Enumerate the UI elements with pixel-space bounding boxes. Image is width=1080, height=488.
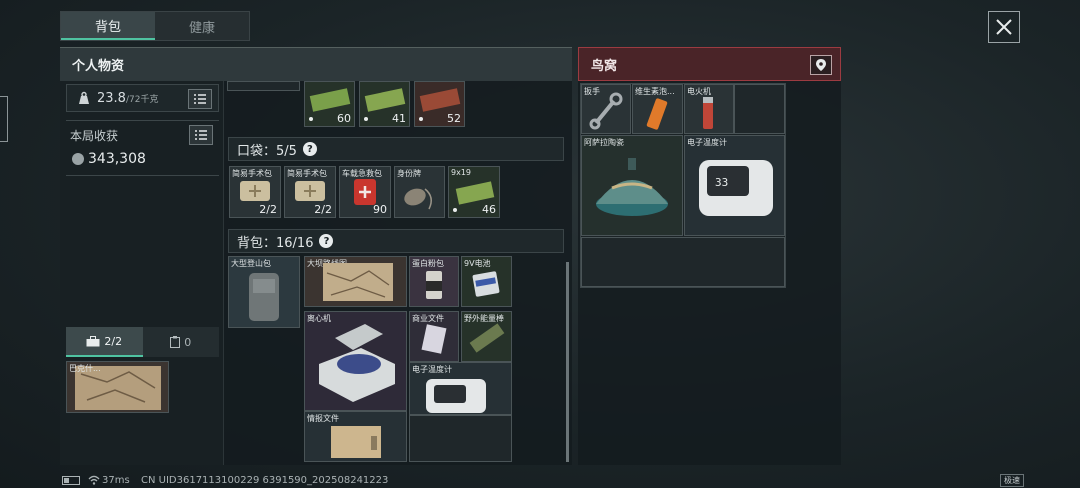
weight-display: 23.8 /72千克 — [66, 84, 219, 112]
nest-empty-row[interactable] — [581, 237, 785, 287]
pocket-item-3[interactable]: 车载急救包 90 — [339, 166, 391, 218]
toolbox-icon — [86, 335, 100, 346]
backpack-help-icon[interactable]: ? — [319, 234, 334, 248]
battery-icon — [472, 271, 500, 297]
nest-title: 鸟窝 — [591, 58, 618, 74]
thermometer-display: 33 — [715, 176, 729, 189]
clipboard-doc-icon — [331, 426, 381, 458]
tab-card-case[interactable]: 0 — [142, 327, 219, 357]
top-tabs: 背包 健康 — [60, 11, 250, 41]
location-button[interactable] — [810, 55, 832, 75]
weight-max: /72千克 — [125, 94, 159, 105]
uid-text: CN UID3617113100229 6391590_202508241223 — [141, 475, 389, 486]
panel-title: 个人物资 — [60, 47, 572, 81]
ammo-box-2[interactable]: 41 — [359, 81, 410, 127]
coin-icon — [72, 153, 84, 165]
document-icon — [421, 324, 447, 354]
wifi-icon — [88, 475, 100, 485]
centrifuge-item[interactable]: 离心机 — [304, 311, 407, 411]
ammo-qty-2: 41 — [392, 112, 406, 125]
pocket-item-5[interactable]: 9x19 46 — [448, 166, 500, 218]
nest-thermometer-item[interactable]: 电子温度计 33 — [684, 135, 785, 236]
thermometer-item[interactable]: 电子温度计 — [409, 362, 512, 415]
safebox-count: 2/2 — [104, 334, 123, 348]
container-tabs: 2/2 0 — [66, 327, 219, 357]
item-qty: 46 — [482, 203, 496, 216]
dog-tag-icon — [404, 188, 432, 210]
empty-slot[interactable] — [409, 415, 512, 462]
protein-item[interactable]: 蛋白粉包 — [409, 256, 459, 307]
ammo-box-1[interactable]: 60 — [304, 81, 355, 127]
location-pin-icon — [816, 59, 826, 71]
item-qty: 90 — [373, 203, 387, 216]
safebox-item-name: 巴克什... — [69, 364, 101, 373]
clipboard-icon — [170, 336, 181, 348]
pocket-item-4[interactable]: 身份牌 — [394, 166, 445, 218]
nest-title-bar: 鸟窝 — [578, 47, 841, 81]
speed-badge: 极速 — [1000, 474, 1024, 487]
battery-status-icon — [62, 476, 80, 485]
tab-backpack[interactable]: 背包 — [61, 12, 155, 40]
harvest-value: 343,308 — [88, 151, 146, 167]
ammo-dot — [309, 117, 313, 121]
energy-bar-item[interactable]: 野外能量棒 — [461, 311, 512, 362]
weight-icon — [79, 91, 89, 104]
ceramic-item[interactable]: 阿萨拉陶瓷 — [581, 135, 683, 236]
protein-pack-icon — [426, 271, 442, 299]
wrench-item[interactable]: 扳手 — [581, 84, 631, 134]
hiking-bag-item[interactable]: 大型登山包 — [228, 256, 300, 328]
item-qty: 2/2 — [259, 203, 277, 216]
ceramic-pot-icon — [596, 158, 668, 216]
partial-slot — [227, 81, 300, 91]
list-icon — [195, 130, 207, 140]
harvest-label: 本局收获 — [70, 129, 119, 143]
nest-empty-slot[interactable] — [734, 84, 785, 134]
intel-doc-item[interactable]: 情报文件 — [304, 411, 407, 462]
ammo-qty-1: 60 — [337, 112, 351, 125]
list-icon — [194, 94, 206, 104]
pocket-section-header: 口袋：5/5 ? — [228, 137, 564, 161]
tab-safebox[interactable]: 2/2 — [66, 327, 143, 357]
commercial-doc-item[interactable]: 商业文件 — [409, 311, 459, 362]
ammo-box-3[interactable]: 52 — [414, 81, 465, 127]
pocket-help-icon[interactable]: ? — [302, 142, 317, 156]
thermometer-icon — [699, 160, 773, 216]
lighter-item[interactable]: 电火机 — [684, 84, 734, 134]
harvest-value-row: 343,308 — [72, 151, 146, 167]
card-case-count: 0 — [184, 335, 192, 349]
close-icon — [996, 19, 1012, 35]
ping-text: 37ms — [102, 475, 130, 486]
item-qty: 2/2 — [314, 203, 332, 216]
wrench-icon — [589, 92, 623, 130]
scrollbar[interactable] — [566, 262, 569, 462]
safebox-item[interactable]: 巴克什... — [66, 361, 169, 413]
battery-item[interactable]: 9V电池 — [461, 256, 512, 307]
route-map-item[interactable]: 大坝路线图 — [304, 256, 407, 307]
ammo-qty-3: 52 — [447, 112, 461, 125]
ammo-dot — [364, 117, 368, 121]
backpack-section-header: 背包：16/16 ? — [228, 229, 564, 253]
vitamin-item[interactable]: 维生素泡... — [632, 84, 683, 134]
side-drawer-handle[interactable] — [0, 96, 8, 142]
backpack-icon — [249, 273, 279, 321]
weight-value: 23.8 — [97, 90, 126, 106]
backpack-label: 背包：16/16 — [237, 235, 314, 251]
session-harvest: 本局收获 343,308 — [66, 120, 219, 176]
weight-detail-button[interactable] — [188, 89, 212, 109]
pocket-item-1[interactable]: 简易手术包 2/2 — [229, 166, 281, 218]
pocket-item-2[interactable]: 简易手术包 2/2 — [284, 166, 336, 218]
pocket-label: 口袋：5/5 — [237, 143, 297, 159]
thermometer-icon — [426, 379, 486, 413]
energy-bar-icon — [469, 323, 505, 353]
tab-health[interactable]: 健康 — [155, 12, 249, 40]
ammo-dot — [453, 208, 457, 212]
close-button[interactable] — [988, 11, 1020, 43]
map-icon — [323, 263, 393, 301]
centrifuge-icon — [319, 324, 395, 402]
vitamin-tube-icon — [646, 98, 668, 130]
lighter-icon — [703, 97, 713, 129]
ammo-dot — [419, 117, 423, 121]
harvest-detail-button[interactable] — [189, 125, 213, 145]
